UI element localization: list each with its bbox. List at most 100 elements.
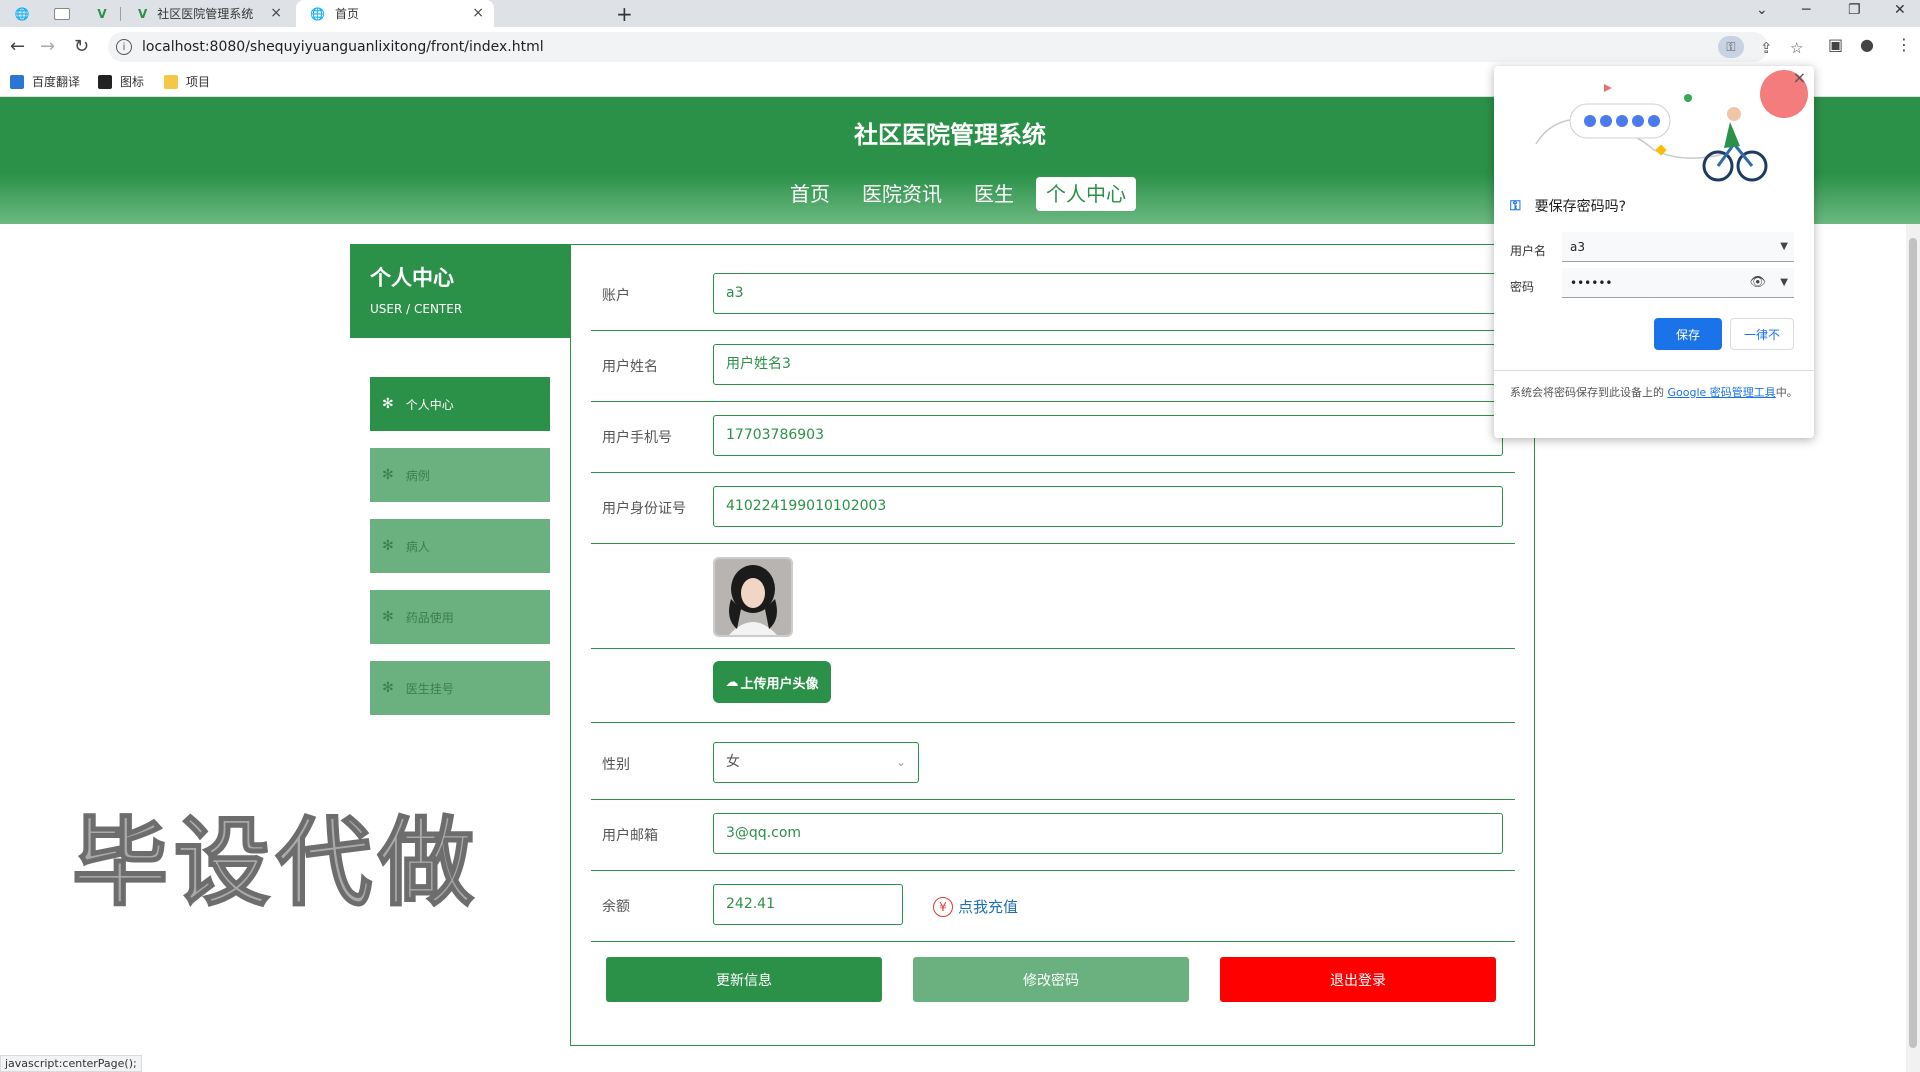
sidebar-title: 个人中心 bbox=[370, 266, 454, 290]
new-tab-button[interactable]: + bbox=[616, 2, 633, 26]
phone-label: 用户手机号 bbox=[602, 430, 672, 446]
recharge-link[interactable]: ¥ 点我充值 bbox=[933, 896, 1018, 917]
vue-logo-icon: V bbox=[138, 6, 148, 21]
form-row-account: 账户 a3 bbox=[591, 273, 1515, 331]
bookmark-label: 图标 bbox=[120, 75, 145, 89]
restore-icon[interactable]: ❐ bbox=[1848, 2, 1861, 18]
id-card-label: 用户身份证号 bbox=[602, 501, 686, 517]
id-card-input[interactable]: 410224199010102003 bbox=[713, 486, 1503, 527]
close-icon[interactable]: × bbox=[1793, 68, 1806, 87]
sidebar-item-user-center[interactable]: ✻ 个人中心 bbox=[370, 377, 550, 431]
key-icon[interactable]: ⚿ bbox=[1718, 36, 1744, 58]
password-field[interactable]: •••••• 👁 ▼ bbox=[1562, 268, 1794, 298]
sidebar-item-patients[interactable]: ✻ 病人 bbox=[370, 519, 550, 573]
sidebar-item-label: 药品使用 bbox=[405, 610, 454, 625]
bookmark-icons[interactable]: 图标 bbox=[98, 73, 144, 90]
user-avatar bbox=[713, 557, 793, 637]
balance-input[interactable]: 242.41 bbox=[713, 884, 903, 925]
nav-home[interactable]: 首页 bbox=[780, 177, 840, 211]
key-icon: ⚿ bbox=[1510, 198, 1521, 214]
nav-hospital-news[interactable]: 医院资讯 bbox=[852, 177, 952, 211]
snowflake-icon: ✻ bbox=[382, 680, 394, 696]
sidebar-item-label: 病人 bbox=[405, 539, 430, 554]
save-password-popup: × ⚿ 要保存密码吗? 用户名 a3 ▼ 密码 •••••• 👁 ▼ 保存 一律… bbox=[1494, 66, 1814, 438]
question-text: 要保存密码吗? bbox=[1534, 199, 1627, 215]
page-scrollbar[interactable] bbox=[1906, 224, 1920, 1072]
username-label: 用户名 bbox=[1510, 244, 1547, 258]
scrollbar-thumb[interactable] bbox=[1909, 238, 1917, 1048]
nav-user-center[interactable]: 个人中心 bbox=[1036, 177, 1136, 211]
email-label: 用户邮箱 bbox=[602, 828, 658, 844]
never-save-button[interactable]: 一律不 bbox=[1730, 318, 1794, 350]
status-bar: javascript:centerPage(); bbox=[0, 1055, 142, 1072]
dropdown-arrow-icon[interactable]: ▼ bbox=[1780, 268, 1788, 298]
form-row-upload: ☁ 上传用户头像 bbox=[591, 661, 1515, 723]
name-input[interactable]: 用户姓名3 bbox=[713, 344, 1503, 385]
upload-avatar-button[interactable]: ☁ 上传用户头像 bbox=[713, 661, 831, 703]
name-label: 用户姓名 bbox=[602, 359, 658, 375]
bookmark-project[interactable]: 项目 bbox=[164, 73, 210, 90]
form-row-avatar bbox=[591, 557, 1515, 649]
bookmark-label: 项目 bbox=[186, 75, 211, 89]
phone-input[interactable]: 17703786903 bbox=[713, 415, 1503, 456]
recharge-label: 点我充值 bbox=[958, 898, 1019, 916]
translate-icon bbox=[10, 74, 24, 89]
close-window-icon[interactable]: ✕ bbox=[1894, 2, 1906, 18]
update-info-button[interactable]: 更新信息 bbox=[606, 957, 882, 1002]
nav-doctor[interactable]: 医生 bbox=[964, 177, 1024, 211]
logout-button[interactable]: 退出登录 bbox=[1220, 957, 1496, 1002]
tab-admin-system[interactable]: V 社区医院管理系统 × bbox=[124, 0, 292, 27]
back-icon[interactable]: ← bbox=[10, 36, 25, 57]
forward-icon[interactable]: → bbox=[40, 36, 55, 57]
sidebar-item-label: 病例 bbox=[405, 468, 430, 483]
tab-home[interactable]: 🌐 首页 × bbox=[296, 0, 494, 27]
username-field[interactable]: a3 ▼ bbox=[1562, 232, 1794, 262]
side-panel-icon[interactable]: ▣ bbox=[1828, 35, 1843, 54]
account-input[interactable]: a3 bbox=[713, 273, 1503, 314]
vue-logo-icon: V bbox=[97, 6, 107, 21]
form-row-phone: 用户手机号 17703786903 bbox=[591, 415, 1515, 473]
form-row-email: 用户邮箱 3@qq.com bbox=[591, 813, 1515, 871]
info-icon[interactable]: i bbox=[116, 39, 132, 55]
save-password-button[interactable]: 保存 bbox=[1654, 318, 1722, 350]
user-info-panel: 账户 a3 用户姓名 用户姓名3 用户手机号 17703786903 用户身份证… bbox=[570, 244, 1535, 1046]
bookmark-baidu-translate[interactable]: 百度翻译 bbox=[10, 73, 80, 90]
reload-icon[interactable]: ↻ bbox=[74, 36, 89, 57]
dropdown-arrow-icon[interactable]: ▼ bbox=[1780, 232, 1788, 262]
tab-search-icon[interactable]: ⌄ bbox=[1756, 2, 1768, 18]
minimize-icon[interactable]: ─ bbox=[1802, 2, 1810, 18]
popup-footer: 系统会将密码保存到此设备上的 Google 密码管理工具中。 bbox=[1510, 384, 1802, 402]
change-password-button[interactable]: 修改密码 bbox=[913, 957, 1189, 1002]
blank-page-icon bbox=[54, 7, 70, 20]
eye-icon[interactable]: 👁 bbox=[1749, 268, 1766, 298]
password-value: •••••• bbox=[1570, 276, 1613, 290]
sidebar-item-medicine-usage[interactable]: ✻ 药品使用 bbox=[370, 590, 550, 644]
menu-icon[interactable]: ⋮ bbox=[1896, 35, 1912, 54]
sidebar-item-cases[interactable]: ✻ 病例 bbox=[370, 448, 550, 502]
chevron-down-icon: ⌄ bbox=[895, 755, 906, 769]
gender-select[interactable]: 女 ⌄ bbox=[713, 742, 919, 783]
form-row-name: 用户姓名 用户姓名3 bbox=[591, 344, 1515, 402]
footer-end: 中。 bbox=[1775, 386, 1798, 399]
profile-icon[interactable]: ● bbox=[1860, 35, 1874, 54]
share-icon[interactable]: ⇪ bbox=[1760, 39, 1773, 57]
sidebar-item-registration[interactable]: ✻ 医生挂号 bbox=[370, 661, 550, 715]
email-input[interactable]: 3@qq.com bbox=[713, 813, 1503, 854]
sidebar-subtitle: USER / CENTER bbox=[370, 302, 463, 316]
globe-icon: 🌐 bbox=[310, 6, 325, 21]
snowflake-icon: ✻ bbox=[382, 538, 394, 554]
omnibox[interactable]: i localhost:8080/shequyiyuanguanlixitong… bbox=[108, 32, 1803, 62]
form-row-balance: 余额 242.41 ¥ 点我充值 bbox=[591, 884, 1515, 942]
bookmark-star-icon[interactable]: ☆ bbox=[1790, 39, 1803, 57]
pinned-tab-3[interactable]: V bbox=[84, 0, 120, 27]
close-tab-icon[interactable]: × bbox=[270, 5, 282, 21]
bookmark-label: 百度翻译 bbox=[32, 75, 81, 89]
password-manager-link[interactable]: Google 密码管理工具 bbox=[1668, 386, 1776, 399]
snowflake-icon: ✻ bbox=[382, 609, 394, 625]
pinned-tab-1[interactable]: 🌐 bbox=[4, 0, 40, 27]
account-label: 账户 bbox=[602, 288, 630, 304]
pinned-tab-2[interactable] bbox=[44, 0, 80, 27]
close-tab-icon[interactable]: × bbox=[472, 5, 484, 21]
save-password-question: ⚿ 要保存密码吗? bbox=[1510, 196, 1626, 216]
url-text[interactable]: localhost:8080/shequyiyuanguanlixitong/f… bbox=[142, 39, 544, 55]
